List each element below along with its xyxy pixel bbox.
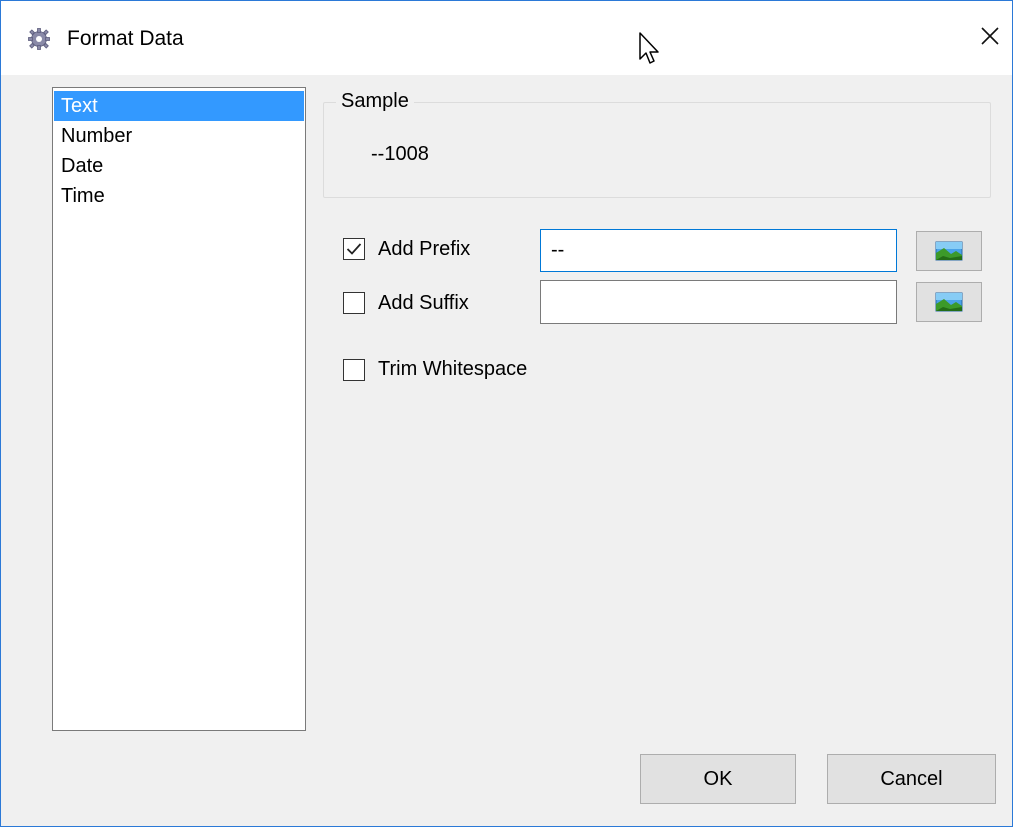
suffix-input[interactable] [540, 280, 897, 324]
add-suffix-label: Add Suffix [378, 292, 469, 314]
prefix-input[interactable] [540, 229, 897, 272]
image-icon [935, 241, 963, 261]
gear-icon [27, 27, 51, 51]
add-suffix-checkbox[interactable] [343, 292, 365, 314]
mouse-cursor-icon [638, 31, 662, 67]
cancel-button[interactable]: Cancel [827, 754, 996, 804]
add-prefix-label: Add Prefix [378, 238, 471, 260]
checkmark-icon [346, 243, 362, 255]
list-item-date[interactable]: Date [54, 151, 304, 181]
ok-button[interactable]: OK [640, 754, 796, 804]
title-bar: Format Data [1, 1, 1012, 75]
close-button[interactable] [967, 15, 1013, 61]
list-item-text[interactable]: Text [54, 91, 304, 121]
list-item-time[interactable]: Time [54, 181, 304, 211]
list-item-number[interactable]: Number [54, 121, 304, 151]
close-icon [980, 26, 1000, 51]
suffix-image-button[interactable] [916, 282, 982, 322]
image-icon [935, 292, 963, 312]
window-title: Format Data [67, 27, 184, 50]
add-prefix-checkbox[interactable] [343, 238, 365, 260]
format-type-list[interactable]: Text Number Date Time [52, 87, 306, 731]
prefix-image-button[interactable] [916, 231, 982, 271]
sample-label: Sample [336, 90, 414, 113]
trim-whitespace-checkbox[interactable] [343, 359, 365, 381]
sample-value: --1008 [371, 143, 429, 165]
trim-whitespace-label: Trim Whitespace [378, 358, 528, 380]
format-data-dialog: Format Data Text Number Date Time Sample… [0, 0, 1013, 827]
